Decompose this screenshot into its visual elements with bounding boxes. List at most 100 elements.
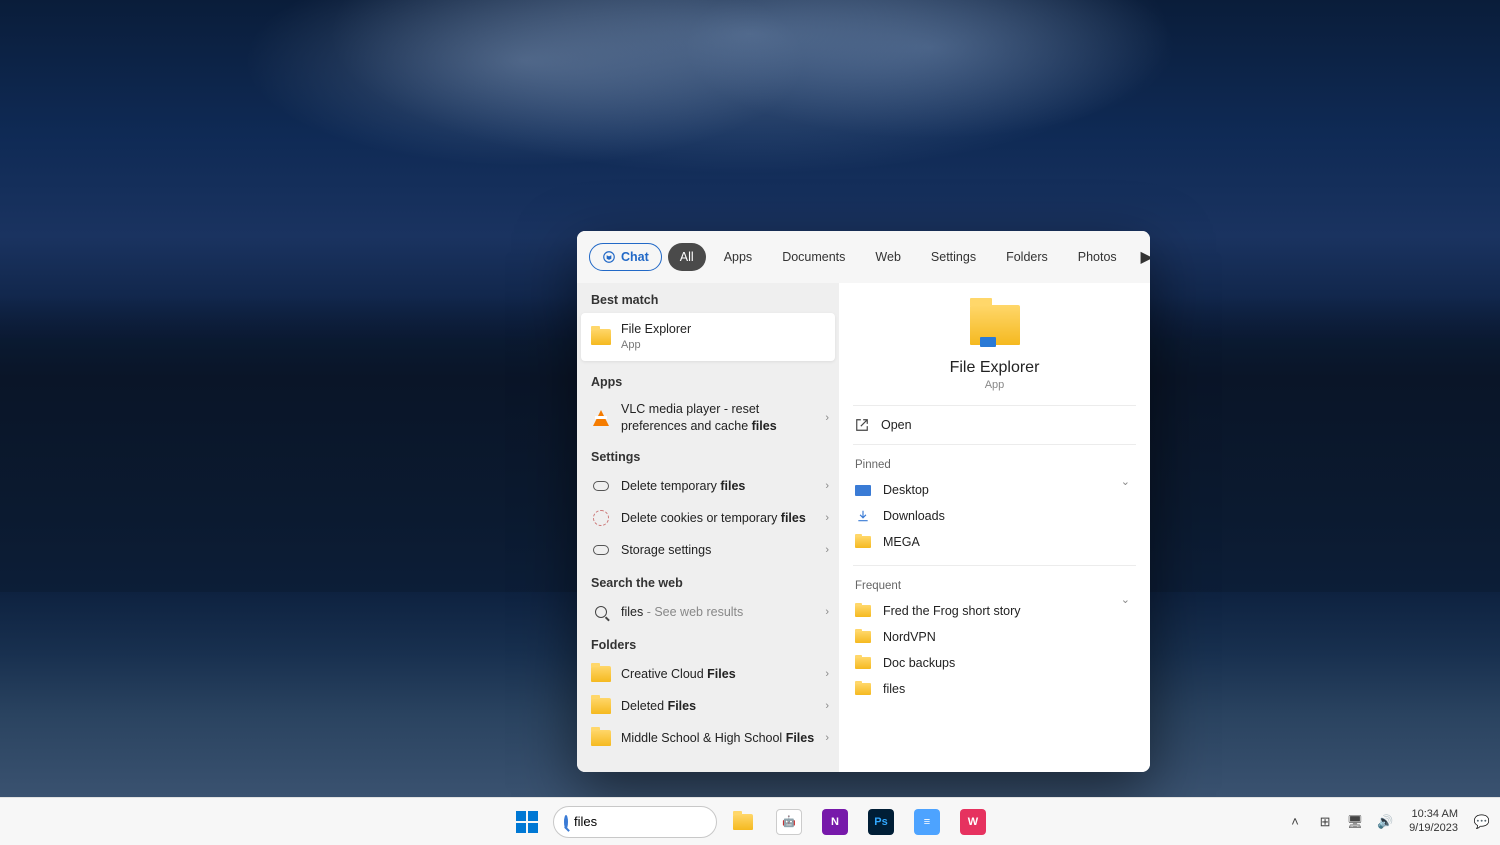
detail-header: File Explorer App [853,301,1136,406]
folder-icon [855,629,871,645]
result-storage-settings[interactable]: Storage settings › [577,534,839,566]
more-filters-arrow-icon[interactable]: ▶ [1135,245,1150,269]
windows-logo-icon [516,811,538,833]
taskbar-center: 🤖 N Ps ≡ W [507,802,993,842]
filter-all[interactable]: All [668,243,706,271]
taskbar-app-onenote[interactable]: N [815,802,855,842]
taskbar-clock[interactable]: 10:34 AM 9/19/2023 [1405,808,1462,834]
download-icon [855,508,871,524]
result-vlc[interactable]: VLC media player - reset preferences and… [577,395,839,441]
frequent-item[interactable]: Doc backups [853,650,1136,676]
search-icon [564,815,568,829]
chevron-right-icon: › [825,700,829,712]
taskbar-tray: ˄ ⊞ 🖥 🔊 10:34 AM 9/19/2023 💬 [1285,808,1492,834]
taskbar-app-photoshop[interactable]: Ps [861,802,901,842]
link-icon [591,476,611,496]
group-apps: Apps [577,365,839,395]
file-explorer-icon [591,327,611,347]
taskbar-app-notepad[interactable]: ≡ [907,802,947,842]
result-delete-cookies[interactable]: Delete cookies or temporary files › [577,502,839,534]
result-delete-temp[interactable]: Delete temporary files › [577,470,839,502]
taskbar-app-wondershare[interactable]: W [953,802,993,842]
filter-photos[interactable]: Photos [1066,243,1129,271]
notepad-icon: ≡ [914,809,940,835]
cookie-icon [591,508,611,528]
section-frequent: Frequent [853,566,1136,598]
group-search-web: Search the web [577,566,839,596]
filter-folders[interactable]: Folders [994,243,1060,271]
folder-icon [591,696,611,716]
folder-icon [855,655,871,671]
taskbar-app-file-explorer[interactable] [723,802,763,842]
section-pinned: Pinned [853,445,1136,477]
frequent-item[interactable]: files [853,676,1136,702]
search-filter-bar: Chat All Apps Documents Web Settings Fol… [577,231,1150,283]
chevron-right-icon: › [825,480,829,492]
filter-chat[interactable]: Chat [589,243,662,271]
group-folders: Folders [577,628,839,658]
detail-subtitle: App [853,379,1136,391]
chevron-right-icon: › [825,732,829,744]
result-file-explorer[interactable]: File Explorer App [581,313,835,361]
filter-apps[interactable]: Apps [712,243,765,271]
bing-chat-icon [602,250,616,264]
pinned-downloads[interactable]: Downloads [853,503,1136,529]
taskbar: 🤖 N Ps ≡ W ˄ ⊞ 🖥 🔊 10:34 AM 9/19/2023 💬 [0,797,1500,845]
folder-icon [591,728,611,748]
link-icon [591,540,611,560]
onenote-icon: N [822,809,848,835]
tray-volume-icon[interactable]: 🔊 [1375,812,1395,832]
pinned-mega[interactable]: MEGA [853,529,1136,555]
result-web-search[interactable]: files - See web results › [577,596,839,628]
chevron-right-icon: › [825,606,829,618]
file-explorer-icon [733,814,753,830]
filter-documents[interactable]: Documents [770,243,857,271]
search-icon [591,602,611,622]
vlc-icon [591,408,611,428]
tray-language-icon[interactable]: ⊞ [1315,812,1335,832]
frequent-item[interactable]: Fred the Frog short story [853,598,1136,624]
folder-icon [855,534,871,550]
frequent-item[interactable]: NordVPN [853,624,1136,650]
taskbar-search[interactable] [553,806,717,838]
photoshop-icon: Ps [868,809,894,835]
tray-network-icon[interactable]: 🖥 [1345,812,1365,832]
action-open[interactable]: Open [853,406,1136,445]
result-folder-deleted[interactable]: Deleted Files › [577,690,839,722]
clock-time: 10:34 AM [1409,808,1458,821]
copilot-icon: 🤖 [776,809,802,835]
search-results-popup: Chat All Apps Documents Web Settings Fol… [577,231,1150,772]
filter-all-label: All [680,250,694,264]
tray-overflow-icon[interactable]: ˄ [1285,812,1305,832]
filter-chat-label: Chat [621,250,649,264]
filter-web[interactable]: Web [863,243,912,271]
result-subtitle: App [621,338,825,353]
folder-icon [855,681,871,697]
desktop-icon [855,482,871,498]
chevron-right-icon: › [825,544,829,556]
open-icon [855,418,869,432]
clock-date: 9/19/2023 [1409,822,1458,835]
detail-title: File Explorer [853,359,1136,377]
taskbar-app-copilot[interactable]: 🤖 [769,802,809,842]
folder-icon [591,664,611,684]
result-folder-school[interactable]: Middle School & High School Files › [577,722,839,754]
pinned-desktop[interactable]: Desktop [853,477,1136,503]
folder-icon [855,603,871,619]
chevron-down-icon[interactable]: ⌄ [1121,475,1130,488]
chevron-right-icon: › [825,412,829,424]
file-explorer-large-icon [970,305,1020,345]
chevron-right-icon: › [825,668,829,680]
results-left-column: Best match File Explorer App Apps VLC me… [577,283,839,772]
tray-notifications-icon[interactable]: 💬 [1472,812,1492,832]
results-detail-pane: File Explorer App Open ⌄ Pinned Desktop … [839,283,1150,772]
start-button[interactable] [507,802,547,842]
chevron-down-icon[interactable]: ⌄ [1121,593,1130,606]
chevron-right-icon: › [825,512,829,524]
result-title: File Explorer [621,322,691,336]
filter-settings[interactable]: Settings [919,243,988,271]
wondershare-icon: W [960,809,986,835]
group-best-match: Best match [577,283,839,313]
result-folder-creative[interactable]: Creative Cloud Files › [577,658,839,690]
group-settings: Settings [577,440,839,470]
